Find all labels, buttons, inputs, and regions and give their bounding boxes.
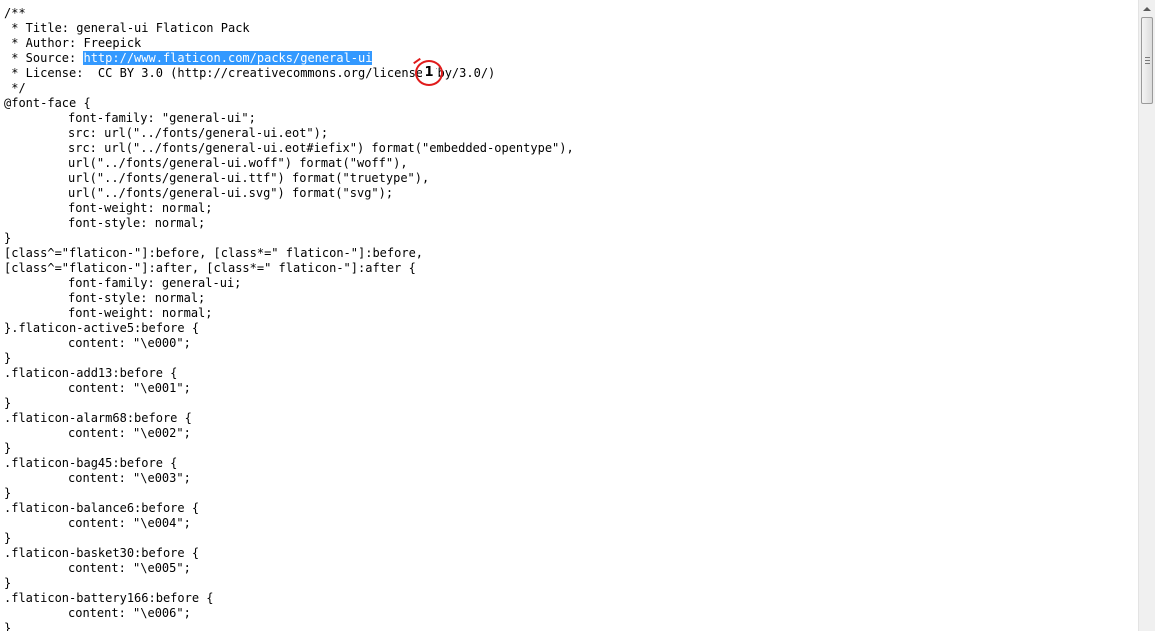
code-line-text: src: url("../fonts/general-ui.eot#iefix"… (68, 141, 574, 155)
code-line: font-weight: normal; (4, 306, 1126, 321)
annotation-marker-label: 1 (422, 65, 436, 80)
code-line-text: .flaticon-basket30:before { (4, 546, 200, 560)
code-line: }.flaticon-active5:before { (4, 321, 1126, 336)
code-line: * Title: general-ui Flaticon Pack (4, 21, 1126, 36)
code-line: } (4, 396, 1126, 411)
code-line: font-style: normal; (4, 216, 1126, 231)
code-line: } (4, 441, 1126, 456)
code-line: font-weight: normal; (4, 201, 1126, 216)
code-line: .flaticon-battery166:before { (4, 591, 1126, 606)
code-line-text: content: "\e005"; (68, 561, 191, 575)
code-line: src: url("../fonts/general-ui.eot#iefix"… (4, 141, 1126, 156)
code-line-text: } (4, 396, 12, 410)
code-line-text: * Author: Freepick (4, 36, 142, 50)
code-line: * Author: Freepick (4, 36, 1126, 51)
code-line-text: [class^="flaticon-"]:after, [class*=" fl… (4, 261, 416, 275)
vertical-scrollbar[interactable] (1138, 0, 1155, 631)
code-line: * Source: http://www.flaticon.com/packs/… (4, 51, 1126, 66)
code-line: */ (4, 81, 1126, 96)
annotation-marker: 1 (415, 60, 443, 86)
code-line: .flaticon-basket30:before { (4, 546, 1126, 561)
code-line-text: } (4, 576, 12, 590)
code-line: url("../fonts/general-ui.svg") format("s… (4, 186, 1126, 201)
code-line: content: "\e002"; (4, 426, 1126, 441)
code-text-area[interactable]: /** * Title: general-ui Flaticon Pack * … (4, 6, 1126, 631)
code-line: } (4, 531, 1126, 546)
code-line-text: @font-face { (4, 96, 91, 110)
code-line: content: "\e005"; (4, 561, 1126, 576)
code-line: font-family: "general-ui"; (4, 111, 1126, 126)
code-line-text: content: "\e003"; (68, 471, 191, 485)
code-line: [class^="flaticon-"]:after, [class*=" fl… (4, 261, 1126, 276)
code-line: url("../fonts/general-ui.woff") format("… (4, 156, 1126, 171)
code-line-text: font-style: normal; (68, 291, 206, 305)
code-line-text: font-weight: normal; (68, 201, 213, 215)
code-line-text: }.flaticon-active5:before { (4, 321, 200, 335)
code-line: src: url("../fonts/general-ui.eot"); (4, 126, 1126, 141)
code-line: .flaticon-add13:before { (4, 366, 1126, 381)
code-line-text: content: "\e002"; (68, 426, 191, 440)
code-line: url("../fonts/general-ui.ttf") format("t… (4, 171, 1126, 186)
code-line: } (4, 231, 1126, 246)
code-line-text: * Source: (4, 51, 84, 65)
code-line-text: .flaticon-balance6:before { (4, 501, 200, 515)
code-line-text: url("../fonts/general-ui.svg") format("s… (68, 186, 394, 200)
grip-icon (1145, 57, 1150, 64)
code-line-text: } (4, 621, 12, 631)
code-line-text: font-family: "general-ui"; (68, 111, 256, 125)
code-line-text: * Title: general-ui Flaticon Pack (4, 21, 250, 35)
code-line-text: .flaticon-bag45:before { (4, 456, 178, 470)
code-line: content: "\e003"; (4, 471, 1126, 486)
code-line-text: } (4, 231, 12, 245)
document-viewport: /** * Title: general-ui Flaticon Pack * … (0, 0, 1155, 631)
code-line: } (4, 351, 1126, 366)
code-line-text: */ (4, 81, 26, 95)
code-line: content: "\e006"; (4, 606, 1126, 621)
code-line: /** (4, 6, 1126, 21)
code-line: font-style: normal; (4, 291, 1126, 306)
code-line: } (4, 576, 1126, 591)
code-line-text: } (4, 441, 12, 455)
code-line-text: url("../fonts/general-ui.ttf") format("t… (68, 171, 430, 185)
code-line-text: .flaticon-battery166:before { (4, 591, 214, 605)
code-line: content: "\e001"; (4, 381, 1126, 396)
scrollbar-thumb[interactable] (1141, 17, 1153, 104)
code-line: } (4, 486, 1126, 501)
code-line-text: content: "\e006"; (68, 606, 191, 620)
code-line: [class^="flaticon-"]:before, [class*=" f… (4, 246, 1126, 261)
code-line-text: src: url("../fonts/general-ui.eot"); (68, 126, 329, 140)
code-line-text: font-style: normal; (68, 216, 206, 230)
code-line: } (4, 621, 1126, 631)
code-line: .flaticon-balance6:before { (4, 501, 1126, 516)
code-line-text: } (4, 531, 12, 545)
code-line: .flaticon-bag45:before { (4, 456, 1126, 471)
selected-text[interactable]: http://www.flaticon.com/packs/general-ui (83, 51, 373, 65)
code-line: .flaticon-alarm68:before { (4, 411, 1126, 426)
code-line: @font-face { (4, 96, 1126, 111)
code-line-text: [class^="flaticon-"]:before, [class*=" f… (4, 246, 424, 260)
code-line: content: "\e000"; (4, 336, 1126, 351)
code-line-text: } (4, 351, 12, 365)
code-line-text: content: "\e004"; (68, 516, 191, 530)
code-line: font-family: general-ui; (4, 276, 1126, 291)
code-line: content: "\e004"; (4, 516, 1126, 531)
code-line-text: .flaticon-alarm68:before { (4, 411, 192, 425)
code-line-text: /** (4, 6, 26, 20)
code-line-text: content: "\e001"; (68, 381, 191, 395)
code-line-text: content: "\e000"; (68, 336, 191, 350)
code-line-text: } (4, 486, 12, 500)
code-line-text: .flaticon-add13:before { (4, 366, 178, 380)
code-line: * License: CC BY 3.0 (http://creativecom… (4, 66, 1126, 81)
scroll-up-arrow-icon[interactable] (1140, 1, 1154, 16)
code-line-text: url("../fonts/general-ui.woff") format("… (68, 156, 408, 170)
code-line-text: font-family: general-ui; (68, 276, 242, 290)
code-line-text: font-weight: normal; (68, 306, 213, 320)
